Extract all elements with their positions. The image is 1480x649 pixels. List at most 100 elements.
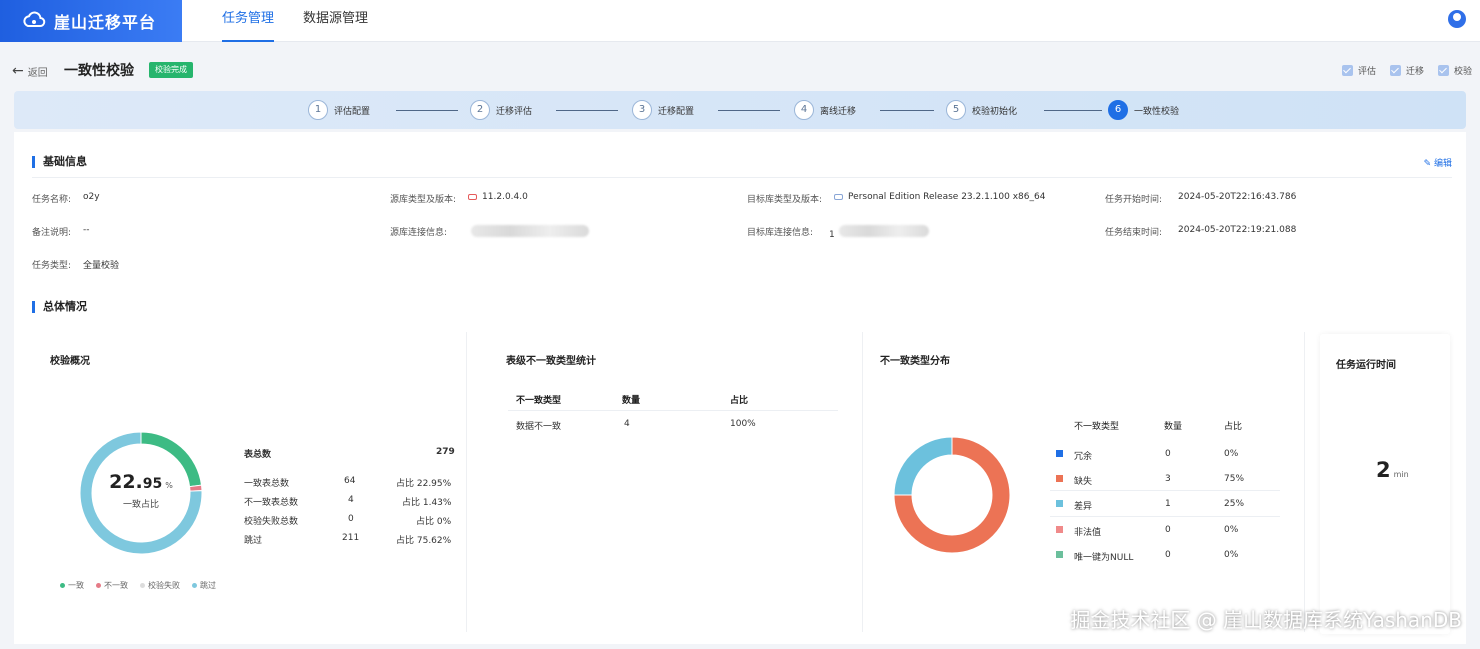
source-version: 11.2.0.4.0 xyxy=(482,192,528,202)
table-header: 占比 xyxy=(730,396,749,406)
step-connector xyxy=(396,110,458,111)
tab-datasource-management[interactable]: 数据源管理 xyxy=(303,0,368,42)
card-divider xyxy=(466,332,467,632)
info-target-type: 目标库类型及版本: Personal Edition Release 23.2.1… xyxy=(747,192,1045,205)
section-title-overview: 总体情况 xyxy=(32,301,87,313)
stat-row-count: 64 xyxy=(344,476,356,486)
info-value: -- xyxy=(83,225,90,235)
consistency-rate-unit: % xyxy=(165,481,173,490)
info-key: 任务开始时间: xyxy=(1105,195,1163,205)
cloud-logo-icon xyxy=(23,11,46,27)
table-cell: 0 xyxy=(1165,550,1171,560)
card-divider xyxy=(862,332,863,632)
legend-swatch xyxy=(1056,475,1063,482)
table-header: 数量 xyxy=(622,396,641,406)
brand-name: 崖山迁移平台 xyxy=(54,13,157,32)
redacted-value xyxy=(838,225,929,237)
legend-swatch xyxy=(60,583,65,588)
table-cell: 数据不一致 xyxy=(516,422,562,432)
step-1[interactable]: 1 评估配置 xyxy=(308,100,370,120)
table-cell: 75% xyxy=(1224,474,1245,484)
legend-swatch xyxy=(1056,500,1063,507)
legend-swatch xyxy=(192,583,197,588)
tab-task-management[interactable]: 任务管理 xyxy=(222,0,275,42)
back-label: 返回 xyxy=(27,67,48,79)
stat-total-label: 表总数 xyxy=(244,450,272,460)
info-start-time: 任务开始时间: 2024-05-20T22:16:43.786 xyxy=(1105,192,1296,205)
divider xyxy=(32,177,1452,178)
step-4[interactable]: 4 离线迁移 xyxy=(794,100,856,120)
legend-item[interactable]: 跳过 xyxy=(192,580,216,591)
table-rule xyxy=(1050,516,1280,517)
stat-row-label: 跳过 xyxy=(244,536,263,546)
edit-icon: ✎ xyxy=(1423,159,1434,169)
step-2[interactable]: 2 迁移评估 xyxy=(470,100,532,120)
stat-row-ratio: 占比 0% xyxy=(416,517,452,527)
table-cell: 100% xyxy=(730,419,756,429)
phase-checkboxes: 评估 迁移 校验 xyxy=(1341,64,1472,77)
checkbox-icon xyxy=(1437,65,1449,76)
page-title: 一致性校验 xyxy=(64,63,134,79)
step-6[interactable]: 6 一致性校验 xyxy=(1108,100,1179,120)
check-summary-legend: 一致 不一致 校验失败 跳过 xyxy=(60,580,216,591)
table-rule xyxy=(1050,490,1280,491)
card-title-runtime: 任务运行时间 xyxy=(1336,360,1396,371)
info-key: 任务名称: xyxy=(32,195,72,205)
checkbox-verify[interactable]: 校验 xyxy=(1437,64,1472,77)
donut-center-label: 一致占比 xyxy=(122,500,159,510)
legend-item[interactable]: 校验失败 xyxy=(140,580,180,591)
info-value: 1 xyxy=(829,225,929,240)
stat-row-label: 校验失败总数 xyxy=(244,517,299,527)
table-cell: 非法值 xyxy=(1074,528,1102,538)
donut-slice-差异[interactable] xyxy=(894,437,953,496)
info-value: o2y xyxy=(83,192,100,202)
step-number: 3 xyxy=(632,100,652,120)
info-key: 目标库连接信息: xyxy=(747,228,814,238)
table-cell: 0% xyxy=(1224,550,1239,560)
info-value: 全量校验 xyxy=(83,261,120,271)
stat-row-label: 不一致表总数 xyxy=(244,498,299,508)
info-remark: 备注说明: -- xyxy=(32,225,90,238)
card-title-table-stats: 表级不一致类型统计 xyxy=(506,356,596,367)
legend-item[interactable]: 一致 xyxy=(60,580,84,591)
edit-button[interactable]: ✎ 编辑 xyxy=(1424,156,1452,169)
stepper: 1 评估配置 2 迁移评估 3 迁移配置 4 离线迁移 5 校验初始化 6 一致性校验 xyxy=(14,91,1466,129)
step-5[interactable]: 5 校验初始化 xyxy=(946,100,1017,120)
redacted-value xyxy=(471,225,590,237)
info-task-name: 任务名称: o2y xyxy=(32,192,100,205)
legend-label: 一致 xyxy=(68,581,84,590)
step-number: 1 xyxy=(308,100,328,120)
user-avatar-icon[interactable] xyxy=(1448,10,1466,28)
brand[interactable]: 崖山迁移平台 xyxy=(0,0,182,42)
stat-row-ratio: 占比 1.43% xyxy=(402,498,452,508)
stat-row-count: 0 xyxy=(348,514,354,524)
checkbox-assess[interactable]: 评估 xyxy=(1341,64,1376,77)
checkbox-label: 迁移 xyxy=(1405,67,1424,77)
legend-swatch xyxy=(96,583,101,588)
step-3[interactable]: 3 迁移配置 xyxy=(632,100,694,120)
table-header: 占比 xyxy=(1224,422,1243,432)
legend-item[interactable]: 不一致 xyxy=(96,580,128,591)
back-button[interactable]: ← 返回 xyxy=(12,63,48,79)
checkbox-migrate[interactable]: 迁移 xyxy=(1389,64,1424,77)
stat-row-label: 一致表总数 xyxy=(244,479,290,489)
section-title-basic-info: 基础信息 xyxy=(32,156,87,168)
step-label: 一致性校验 xyxy=(1134,106,1180,117)
table-cell: 唯一键为NULL xyxy=(1074,553,1134,563)
info-value: 11.2.0.4.0 xyxy=(468,192,528,205)
table-cell: 4 xyxy=(624,419,630,429)
step-connector xyxy=(1044,110,1102,111)
legend-swatch xyxy=(1056,526,1063,533)
checkbox-icon xyxy=(1341,65,1353,76)
card-title-check-summary: 校验概况 xyxy=(50,356,90,367)
info-source-type: 源库类型及版本: 11.2.0.4.0 xyxy=(390,192,528,205)
stat-row-count: 211 xyxy=(342,533,360,543)
status-badge: 校验完成 xyxy=(149,62,193,78)
stat-row-ratio: 占比 22.95% xyxy=(396,479,452,489)
table-cell: 缺失 xyxy=(1074,477,1093,487)
runtime-number: 2 xyxy=(1376,458,1391,482)
step-number: 2 xyxy=(470,100,490,120)
info-value: Personal Edition Release 23.2.1.100 x86_… xyxy=(834,192,1045,205)
arrow-left-icon: ← xyxy=(12,63,24,79)
consistency-rate-int: 22. xyxy=(109,471,143,493)
